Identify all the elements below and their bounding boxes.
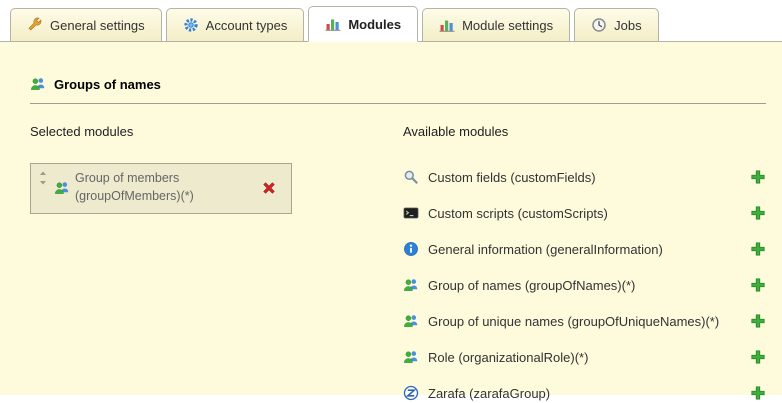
green-plus-icon[interactable] — [750, 313, 766, 329]
available-module-label: General information (generalInformation) — [428, 242, 741, 257]
available-modules-heading: Available modules — [403, 124, 768, 139]
available-module-role: Role (organizationalRole)(*) — [403, 346, 768, 368]
green-plus-icon[interactable] — [750, 277, 766, 293]
available-module-label: Custom scripts (customScripts) — [428, 206, 741, 221]
green-plus-icon[interactable] — [750, 349, 766, 365]
green-plus-icon[interactable] — [750, 241, 766, 257]
group-icon — [54, 180, 70, 196]
available-module-label: Role (organizationalRole)(*) — [428, 350, 741, 365]
zarafa-icon — [403, 385, 419, 401]
tab-label: Account types — [206, 18, 288, 33]
tab-bar: General settings Account types Modules M… — [0, 0, 782, 42]
green-plus-icon[interactable] — [750, 205, 766, 221]
modules-chart-icon — [325, 16, 341, 32]
available-module-general-information: General information (generalInformation) — [403, 238, 768, 260]
green-plus-icon[interactable] — [750, 169, 766, 185]
section-title-text: Groups of names — [54, 77, 161, 92]
tab-label: Jobs — [614, 18, 641, 33]
modules-chart-icon — [439, 17, 455, 33]
available-module-label: Group of names (groupOfNames)(*) — [428, 278, 741, 293]
tab-module-settings[interactable]: Module settings — [422, 8, 570, 41]
group-icon — [30, 76, 46, 92]
available-modules-list: Custom fields (customFields) Custom scri… — [403, 166, 768, 403]
tab-label: General settings — [50, 18, 145, 33]
tab-account-types[interactable]: Account types — [166, 8, 305, 41]
group-icon — [403, 349, 419, 365]
section-title: Groups of names — [30, 76, 768, 92]
available-module-custom-fields: Custom fields (customFields) — [403, 166, 768, 188]
available-module-label: Zarafa (zarafaGroup) — [428, 386, 741, 401]
tab-jobs[interactable]: Jobs — [574, 8, 658, 41]
available-module-group-of-names: Group of names (groupOfNames)(*) — [403, 274, 768, 296]
tab-modules[interactable]: Modules — [308, 6, 418, 42]
selected-module-label: Group of members (groupOfMembers)(*) — [75, 170, 225, 205]
modules-panel: Groups of names Selected modules Group o… — [0, 42, 782, 395]
red-x-icon[interactable] — [261, 180, 277, 196]
available-module-custom-scripts: Custom scripts (customScripts) — [403, 202, 768, 224]
title-divider — [30, 103, 766, 104]
tab-label: Module settings — [462, 18, 553, 33]
gear-icon — [183, 17, 199, 33]
group-icon — [403, 277, 419, 293]
selected-modules-heading: Selected modules — [30, 124, 403, 139]
group-icon — [403, 313, 419, 329]
wrench-icon — [27, 17, 43, 33]
selected-module-group-of-members[interactable]: Group of members (groupOfMembers)(*) — [30, 163, 292, 214]
info-icon — [403, 241, 419, 257]
green-plus-icon[interactable] — [750, 385, 766, 401]
available-module-label: Group of unique names (groupOfUniqueName… — [428, 314, 741, 329]
available-module-label: Custom fields (customFields) — [428, 170, 741, 185]
clock-icon — [591, 17, 607, 33]
tab-general-settings[interactable]: General settings — [10, 8, 162, 41]
available-module-zarafa: Zarafa (zarafaGroup) — [403, 382, 768, 403]
magnifier-icon — [403, 169, 419, 185]
terminal-icon — [403, 205, 419, 221]
available-module-group-of-unique-names: Group of unique names (groupOfUniqueName… — [403, 310, 768, 332]
drag-handle-icon[interactable] — [37, 171, 49, 185]
tab-label: Modules — [348, 17, 401, 32]
